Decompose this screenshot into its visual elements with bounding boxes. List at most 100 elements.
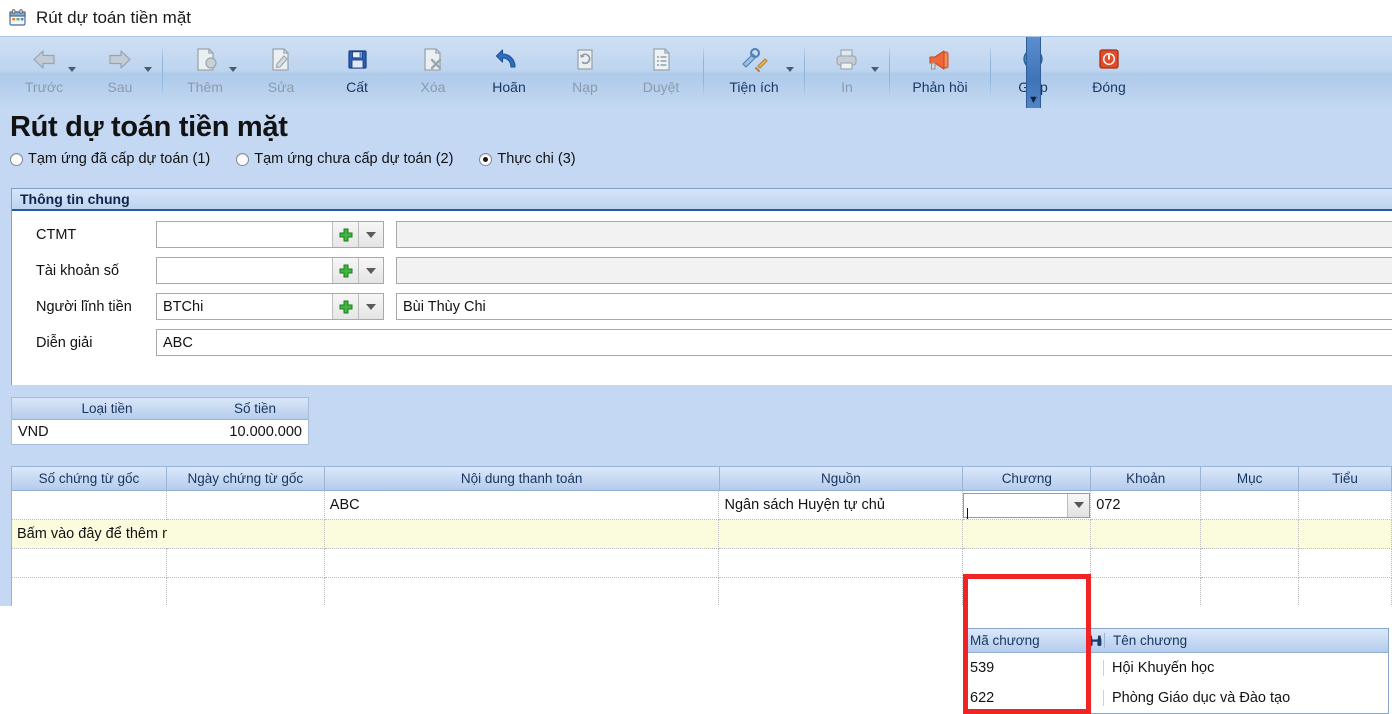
grid-header-muc[interactable]: Mục bbox=[1201, 467, 1300, 490]
radio-tam-ung-chua-cap[interactable]: Tạm ứng chưa cấp dự toán (2) bbox=[236, 151, 453, 167]
description-value[interactable]: ABC bbox=[157, 335, 1392, 351]
add-new-row[interactable]: Bấm vào đây để thêm mới bbox=[12, 520, 1392, 549]
toolbar-button-them[interactable]: Thêm bbox=[167, 37, 243, 107]
radio-tam-ung-da-cap[interactable]: Tạm ứng đã cấp dự toán (1) bbox=[10, 151, 210, 167]
empty-cell[interactable] bbox=[12, 549, 167, 578]
grid-header-chuong[interactable]: Chương bbox=[963, 467, 1092, 490]
add-new-cell[interactable] bbox=[166, 520, 325, 549]
toolbar-button-hoan[interactable]: Hoãn bbox=[471, 37, 547, 107]
currency-header-loai-tien[interactable]: Loại tiền bbox=[12, 398, 202, 419]
account-add-button[interactable] bbox=[332, 258, 358, 283]
radio-indicator[interactable] bbox=[10, 152, 23, 166]
payee-add-button[interactable] bbox=[332, 294, 358, 319]
dropdown-option-name[interactable]: Hội Khuyến học bbox=[1104, 660, 1388, 676]
binoculars-icon[interactable] bbox=[1086, 635, 1104, 647]
cell-tieu[interactable] bbox=[1299, 491, 1392, 520]
grid-header-so-chung-tu-goc[interactable]: Số chứng từ gốc bbox=[12, 467, 167, 490]
empty-cell[interactable] bbox=[719, 549, 964, 578]
empty-cell[interactable] bbox=[12, 578, 167, 606]
empty-cell[interactable] bbox=[963, 578, 1092, 606]
grid-header-khoan[interactable]: Khoản bbox=[1091, 467, 1202, 490]
cell-muc[interactable] bbox=[1201, 491, 1300, 520]
toolbar-button-dong[interactable]: Đóng bbox=[1071, 37, 1147, 107]
add-new-row-label[interactable]: Bấm vào đây để thêm mới bbox=[12, 520, 167, 549]
add-new-cell[interactable] bbox=[1201, 520, 1300, 549]
grid-header-noi-dung-thanh-toan[interactable]: Nội dung thanh toán bbox=[325, 467, 720, 490]
empty-cell[interactable] bbox=[1201, 578, 1300, 606]
dropdown-option[interactable]: 539 Hội Khuyến học bbox=[966, 653, 1388, 683]
chevron-down-icon[interactable] bbox=[786, 67, 794, 72]
table-row[interactable]: ABC Ngân sách Huyện tự chủ 072 bbox=[12, 491, 1392, 520]
cell-khoan[interactable]: 072 bbox=[1091, 491, 1202, 520]
toolbar-button-phan-hoi[interactable]: Phản hồi bbox=[894, 37, 986, 107]
empty-cell[interactable] bbox=[963, 549, 1092, 578]
chuong-combobox[interactable] bbox=[963, 492, 1091, 519]
chevron-down-icon[interactable] bbox=[871, 67, 879, 72]
empty-cell[interactable] bbox=[166, 549, 325, 578]
payee-dropdown-button[interactable] bbox=[358, 294, 383, 319]
currency-cell-loai-tien[interactable]: VND bbox=[12, 420, 202, 444]
ribbon-overflow-icon[interactable]: ▼ bbox=[1026, 37, 1041, 109]
toolbar-button-in[interactable]: In bbox=[809, 37, 885, 107]
account-dropdown-button[interactable] bbox=[358, 258, 383, 283]
cell-so-chung-tu-goc[interactable] bbox=[12, 491, 167, 520]
add-new-cell[interactable] bbox=[1091, 520, 1202, 549]
empty-cell[interactable] bbox=[1299, 578, 1392, 606]
toolbar-button-nap[interactable]: Nạp bbox=[547, 37, 623, 107]
dropdown-option[interactable]: 622 Phòng Giáo dục và Đào tạo bbox=[966, 683, 1388, 713]
cell-ngay-chung-tu-goc[interactable] bbox=[166, 491, 325, 520]
payee-code-field[interactable]: BTChi bbox=[156, 293, 384, 320]
radio-thuc-chi[interactable]: Thực chi (3) bbox=[479, 151, 576, 167]
toolbar-button-sua[interactable]: Sửa bbox=[243, 37, 319, 107]
empty-cell[interactable] bbox=[167, 578, 325, 606]
chevron-down-icon[interactable] bbox=[68, 67, 76, 72]
dropdown-option-name[interactable]: Phòng Giáo dục và Đào tạo bbox=[1104, 690, 1388, 706]
ctmt-code-field[interactable] bbox=[156, 221, 384, 248]
empty-cell[interactable] bbox=[1299, 549, 1392, 578]
cell-nguon[interactable]: Ngân sách Huyện tự chủ bbox=[719, 491, 964, 520]
empty-cell[interactable] bbox=[1091, 578, 1202, 606]
toolbar-button-duyet[interactable]: Duyệt bbox=[623, 37, 699, 107]
toolbar-button-sau[interactable]: Sau bbox=[82, 37, 158, 107]
empty-row[interactable] bbox=[12, 549, 1392, 578]
currency-cell-so-tien[interactable]: 10.000.000 bbox=[202, 420, 308, 444]
ctmt-add-button[interactable] bbox=[332, 222, 358, 247]
toolbar-button-xoa[interactable]: Xóa bbox=[395, 37, 471, 107]
dropdown-header-ten-chuong[interactable]: Tên chương bbox=[1104, 633, 1384, 648]
ctmt-dropdown-button[interactable] bbox=[358, 222, 383, 247]
cell-noi-dung-thanh-toan[interactable]: ABC bbox=[324, 491, 720, 520]
currency-header-so-tien[interactable]: Số tiền bbox=[202, 398, 308, 419]
add-new-cell[interactable] bbox=[1299, 520, 1392, 549]
cell-chuong-editor[interactable] bbox=[963, 491, 1092, 520]
account-number-field[interactable] bbox=[156, 257, 384, 284]
grid-header-nguon[interactable]: Nguồn bbox=[720, 467, 964, 490]
grid-header-ngay-chung-tu-goc[interactable]: Ngày chứng từ gốc bbox=[167, 467, 325, 490]
grid-header-tieu[interactable]: Tiểu bbox=[1299, 467, 1392, 490]
radio-indicator[interactable] bbox=[236, 152, 250, 166]
add-new-cell[interactable] bbox=[719, 520, 964, 549]
chevron-down-icon[interactable] bbox=[144, 67, 152, 72]
add-new-cell[interactable] bbox=[963, 520, 1092, 549]
empty-cell[interactable] bbox=[719, 578, 964, 606]
toolbar-button-tien-ich[interactable]: Tiện ích bbox=[708, 37, 800, 107]
chevron-down-icon[interactable] bbox=[229, 67, 237, 72]
add-new-cell[interactable] bbox=[324, 520, 720, 549]
description-field[interactable]: ABC bbox=[156, 329, 1392, 356]
toolbar-button-truoc[interactable]: Trước bbox=[6, 37, 82, 107]
empty-cell[interactable] bbox=[325, 578, 720, 606]
empty-cell[interactable] bbox=[1201, 549, 1300, 578]
chuong-dropdown-button[interactable] bbox=[1067, 493, 1090, 517]
empty-cell[interactable] bbox=[1091, 549, 1202, 578]
currency-row[interactable]: VND 10.000.000 bbox=[12, 420, 308, 444]
dropdown-header-ma-chuong[interactable]: Mã chương bbox=[966, 633, 1086, 648]
empty-row[interactable] bbox=[12, 578, 1392, 606]
empty-cell[interactable] bbox=[324, 549, 720, 578]
payee-name-field[interactable]: Bùi Thùy Chi bbox=[396, 293, 1392, 320]
dropdown-option-code[interactable]: 539 bbox=[966, 660, 1104, 676]
radio-indicator-selected[interactable] bbox=[479, 152, 493, 166]
payee-code-value[interactable]: BTChi bbox=[157, 299, 332, 315]
payee-name-value[interactable]: Bùi Thùy Chi bbox=[397, 299, 1392, 315]
toolbar-button-cat[interactable]: Cất bbox=[319, 37, 395, 107]
chuong-dropdown-list[interactable]: Mã chương Tên chương 539 Hội Khuyến học … bbox=[965, 628, 1389, 714]
dropdown-option-code[interactable]: 622 bbox=[966, 690, 1104, 706]
